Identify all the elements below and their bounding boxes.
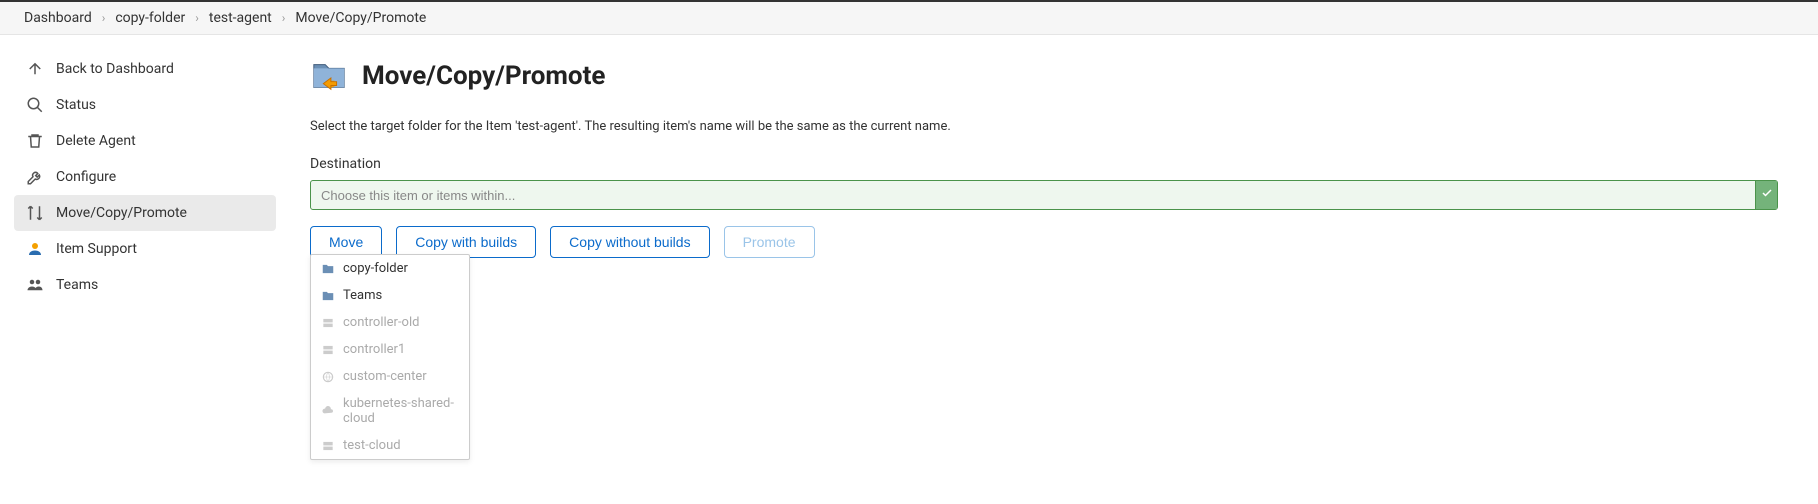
chevron-right-icon: › xyxy=(282,11,286,25)
sidebar-item-delete[interactable]: Delete Agent xyxy=(14,123,276,159)
dropdown-item-test-cloud: test-cloud xyxy=(311,432,469,459)
trash-icon xyxy=(26,132,44,150)
page-description: Select the target folder for the Item 't… xyxy=(310,119,1778,134)
globe-icon xyxy=(321,370,335,384)
arrow-up-icon xyxy=(26,60,44,78)
folder-icon xyxy=(321,289,335,303)
breadcrumb-item-current: Move/Copy/Promote xyxy=(295,10,426,26)
destination-combo[interactable] xyxy=(310,180,1778,210)
dropdown-item-label: kubernetes-shared-cloud xyxy=(343,396,459,426)
sidebar-item-label: Item Support xyxy=(56,241,137,257)
dropdown-item-label: controller1 xyxy=(343,342,405,357)
dropdown-item-controller-old: controller-old xyxy=(311,309,469,336)
dropdown-item-kubernetes: kubernetes-shared-cloud xyxy=(311,390,469,432)
folder-move-icon xyxy=(310,57,348,95)
breadcrumb: Dashboard › copy-folder › test-agent › M… xyxy=(0,0,1818,35)
sidebar-item-label: Teams xyxy=(56,277,98,293)
server-icon xyxy=(321,343,335,357)
dropdown-item-label: Teams xyxy=(343,288,382,303)
chevron-right-icon: › xyxy=(195,11,199,25)
sidebar-item-support[interactable]: Item Support xyxy=(14,231,276,267)
breadcrumb-item-dashboard[interactable]: Dashboard xyxy=(24,10,92,26)
sidebar: Back to Dashboard Status Delete Agent Co… xyxy=(0,35,290,319)
sidebar-item-teams[interactable]: Teams xyxy=(14,267,276,303)
sidebar-item-back[interactable]: Back to Dashboard xyxy=(14,51,276,87)
wrench-icon xyxy=(26,168,44,186)
cloud-icon xyxy=(321,404,335,418)
action-buttons: Move Copy with builds Copy without build… xyxy=(310,226,1778,258)
server-icon xyxy=(321,316,335,330)
sidebar-item-label: Configure xyxy=(56,169,116,185)
chevron-right-icon: › xyxy=(102,11,106,25)
server-icon xyxy=(321,439,335,453)
destination-label: Destination xyxy=(310,156,1778,172)
breadcrumb-item-test-agent[interactable]: test-agent xyxy=(209,10,272,26)
dropdown-item-copy-folder[interactable]: copy-folder xyxy=(311,255,469,282)
search-icon xyxy=(26,96,44,114)
folder-icon xyxy=(321,262,335,276)
copy-without-builds-button[interactable]: Copy without builds xyxy=(550,226,709,258)
sidebar-item-move-copy-promote[interactable]: Move/Copy/Promote xyxy=(14,195,276,231)
dropdown-item-label: test-cloud xyxy=(343,438,401,453)
breadcrumb-item-copy-folder[interactable]: copy-folder xyxy=(115,10,185,26)
sidebar-item-status[interactable]: Status xyxy=(14,87,276,123)
main-content: Move/Copy/Promote Select the target fold… xyxy=(290,35,1818,319)
dropdown-item-label: copy-folder xyxy=(343,261,408,276)
check-icon xyxy=(1761,187,1773,203)
page-title-row: Move/Copy/Promote xyxy=(310,57,1778,95)
dropdown-item-label: controller-old xyxy=(343,315,419,330)
dropdown-item-custom-center: custom-center xyxy=(311,363,469,390)
person-icon xyxy=(26,240,44,258)
dropdown-item-controller1: controller1 xyxy=(311,336,469,363)
promote-button: Promote xyxy=(724,226,815,258)
sidebar-item-label: Back to Dashboard xyxy=(56,61,174,77)
sidebar-item-label: Move/Copy/Promote xyxy=(56,205,187,221)
sidebar-item-configure[interactable]: Configure xyxy=(14,159,276,195)
confirm-button[interactable] xyxy=(1755,181,1777,209)
page-title: Move/Copy/Promote xyxy=(362,61,605,91)
move-icon xyxy=(26,204,44,222)
people-icon xyxy=(26,276,44,294)
sidebar-item-label: Delete Agent xyxy=(56,133,136,149)
dropdown-item-teams[interactable]: Teams xyxy=(311,282,469,309)
dropdown-item-label: custom-center xyxy=(343,369,427,384)
destination-input[interactable] xyxy=(311,181,1755,209)
destination-dropdown: copy-folder Teams controller-old control… xyxy=(310,254,470,460)
sidebar-item-label: Status xyxy=(56,97,96,113)
